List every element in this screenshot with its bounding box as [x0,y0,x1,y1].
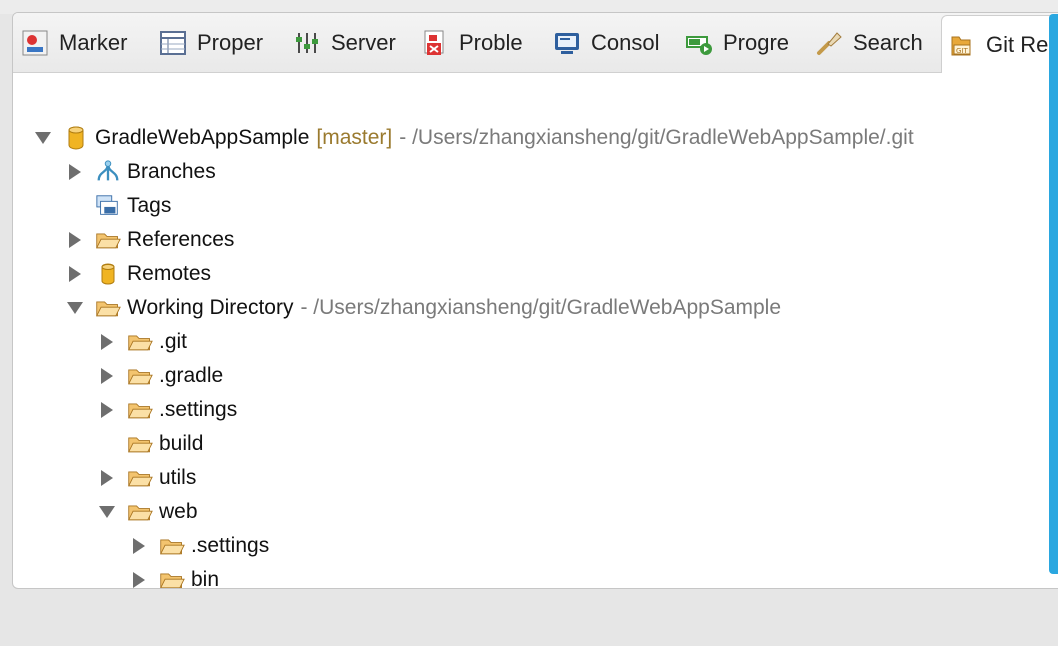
collapse-arrow-icon[interactable] [99,504,115,520]
properties-icon [159,29,187,57]
window-edge-highlight [1049,14,1058,574]
tree-item-folder[interactable]: bin [131,563,220,589]
tree-item-label: Branches [127,160,216,183]
tab-properties[interactable]: Proper [159,25,263,61]
tab-label: Proble [459,30,523,55]
markers-icon [21,29,49,57]
tab-markers[interactable]: Marker [21,25,127,61]
progress-icon [685,29,713,57]
tree-item-label: Remotes [127,262,212,285]
tree-item-folder[interactable]: .settings [131,529,269,563]
tree-item-folder[interactable]: .settings [99,393,237,427]
tab-label: Search [853,30,923,55]
tab-label: Marker [59,30,128,55]
tree-item-label: .git [159,330,188,353]
folder-icon [127,466,153,490]
git-repositories-icon: GIT [948,31,976,59]
folder-icon [159,534,185,558]
tree-item-label: Working Directory [127,296,294,319]
tab-console[interactable]: Consol [553,25,659,61]
expand-arrow-icon[interactable] [67,164,83,180]
tree-item-folder[interactable]: build [99,427,203,461]
expand-arrow-icon[interactable] [131,538,147,554]
tab-label: Progre [723,30,790,55]
tree-item-folder[interactable]: .git [99,325,187,359]
git-repositories-view: Marker Proper Server Proble Consol Progr… [12,12,1058,589]
folder-open-icon [95,296,121,320]
tab-label: Consol [591,30,660,55]
tree-item-tags[interactable]: Tags [67,189,171,223]
expand-arrow-icon[interactable] [67,266,83,282]
tree-item-label: .gradle [159,364,224,387]
expand-arrow-icon[interactable] [99,470,115,486]
remotes-icon [95,262,121,286]
folder-icon [127,432,153,456]
tab-servers[interactable]: Server [293,25,396,61]
tree-item-label: Tags [127,194,172,217]
branch-label: [master] [316,126,393,149]
tab-label: Server [331,30,396,55]
working-directory-path: - /Users/zhangxiansheng/git/GradleWebApp… [300,296,782,319]
tree-item-label: bin [191,568,220,589]
folder-icon [127,364,153,388]
search-icon [815,29,843,57]
tab-label: Git Re [986,31,1049,57]
problems-icon [421,29,449,57]
view-tab-bar: Marker Proper Server Proble Consol Progr… [13,13,1058,73]
tab-problems[interactable]: Proble [421,25,523,61]
expand-arrow-icon[interactable] [67,232,83,248]
repository-path: - /Users/zhangxiansheng/git/GradleWebApp… [399,126,914,149]
tree-item-folder[interactable]: .gradle [99,359,223,393]
tree-item-folder[interactable]: web [99,495,198,529]
tags-icon [95,194,121,218]
tree-item-working-directory[interactable]: Working Directory - /Users/zhangxianshen… [67,291,781,325]
tree-item-label: build [159,432,204,455]
tree-item-label: References [127,228,235,251]
repository-icon [63,126,89,150]
tab-search[interactable]: Search [815,25,923,61]
collapse-arrow-icon[interactable] [35,130,51,146]
tree-item-label: web [159,500,198,523]
expand-arrow-icon[interactable] [99,334,115,350]
collapse-arrow-icon[interactable] [67,300,83,316]
tree-item-remotes[interactable]: Remotes [67,257,211,291]
expand-arrow-icon[interactable] [99,402,115,418]
repository-name: GradleWebAppSample [95,126,310,149]
folder-icon [127,330,153,354]
tree-item-label: utils [159,466,197,489]
branches-icon [95,160,121,184]
tab-git-repositories[interactable]: GIT Git Re [941,15,1058,73]
tree-item-label: .settings [191,534,270,557]
folder-icon [127,398,153,422]
folder-open-icon [127,500,153,524]
console-icon [553,29,581,57]
tree-item-label: .settings [159,398,238,421]
servers-icon [293,29,321,57]
svg-text:GIT: GIT [956,47,968,55]
expand-arrow-icon[interactable] [99,368,115,384]
tab-label: Proper [197,30,264,55]
tree-item-repository[interactable]: GradleWebAppSample [master] - /Users/zha… [35,121,914,155]
tree-item-references[interactable]: References [67,223,234,257]
folder-icon [159,568,185,588]
tree-item-branches[interactable]: Branches [67,155,216,189]
expand-arrow-icon[interactable] [131,572,147,588]
folder-icon [95,228,121,252]
tree-item-folder[interactable]: utils [99,461,196,495]
tab-progress[interactable]: Progre [685,25,789,61]
